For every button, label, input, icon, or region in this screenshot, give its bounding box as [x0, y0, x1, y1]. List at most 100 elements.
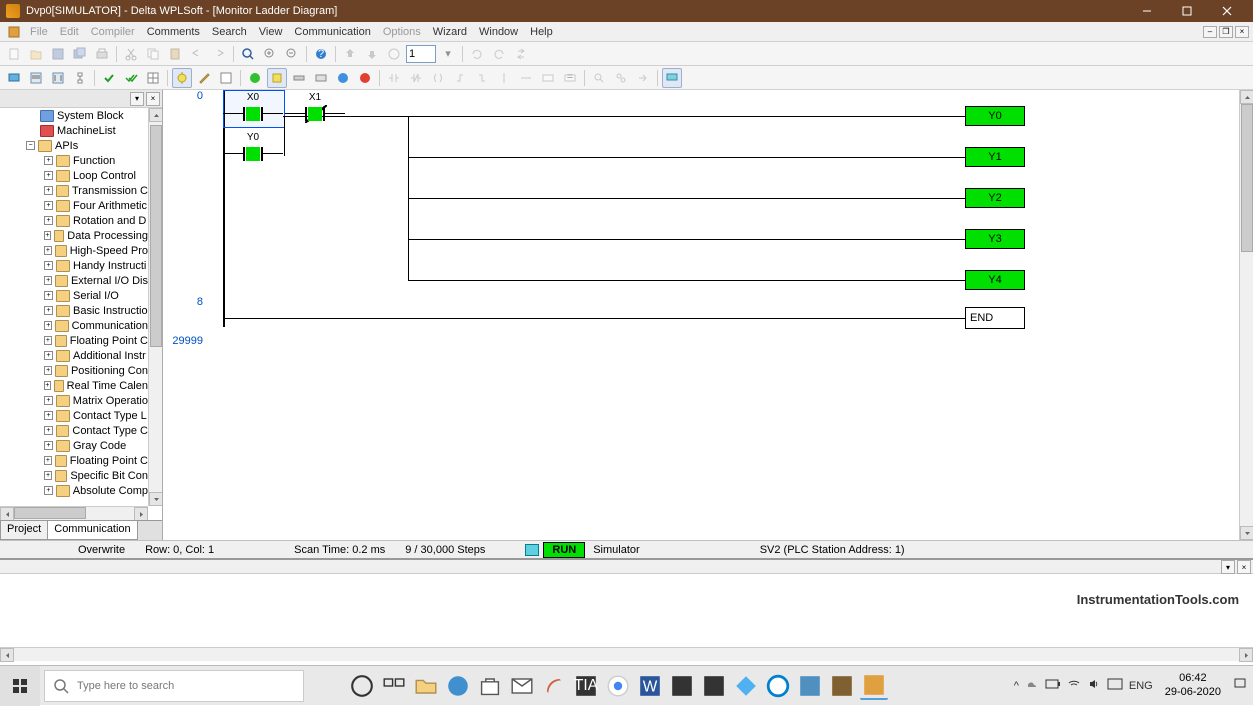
sync-icon[interactable]	[511, 44, 531, 64]
cut-icon[interactable]	[121, 44, 141, 64]
tree-node-api-item[interactable]: +External I/O Dis	[0, 273, 148, 288]
taskbar-search[interactable]: Type here to search	[44, 670, 304, 702]
tree-node-api-item[interactable]: +Absolute Comp	[0, 483, 148, 498]
sidebar-vscroll[interactable]	[148, 108, 162, 506]
tree-node-system-block[interactable]: System Block	[0, 108, 148, 123]
tree-node-api-item[interactable]: +High-Speed Pro	[0, 243, 148, 258]
coil-y2[interactable]: Y2	[965, 188, 1025, 208]
contact-y0[interactable]: Y0	[223, 132, 283, 163]
tree-node-api-item[interactable]: +Function	[0, 153, 148, 168]
menu-wizard[interactable]: Wizard	[427, 24, 473, 40]
ladder-canvas[interactable]: 0 8 29999 X0 Y0 X1	[163, 90, 1253, 540]
mdi-minimize[interactable]: –	[1203, 26, 1217, 38]
table-icon[interactable]	[143, 68, 163, 88]
mdi-restore[interactable]: ❐	[1219, 26, 1233, 38]
task-mail-icon[interactable]	[508, 672, 536, 700]
tree-node-api-item[interactable]: +Specific Bit Con	[0, 468, 148, 483]
monitor-icon[interactable]	[4, 68, 24, 88]
task-paint-icon[interactable]	[540, 672, 568, 700]
tree-node-api-item[interactable]: +Four Arithmetic	[0, 198, 148, 213]
tree-node-api-item[interactable]: +Handy Instructi	[0, 258, 148, 273]
task-app4-icon[interactable]	[796, 672, 824, 700]
tree-node-api-item[interactable]: +Matrix Operatio	[0, 393, 148, 408]
redo-icon[interactable]	[209, 44, 229, 64]
comm-setting-icon[interactable]	[311, 68, 331, 88]
tree-node-api-item[interactable]: +Additional Instr	[0, 348, 148, 363]
tree-node-api-item[interactable]: +Communication	[0, 318, 148, 333]
tree-node-api-item[interactable]: +Floating Point C	[0, 453, 148, 468]
systray-volume-icon[interactable]	[1087, 677, 1101, 694]
online-icon[interactable]	[333, 68, 353, 88]
sfc-view-icon[interactable]	[70, 68, 90, 88]
vline-icon[interactable]	[494, 68, 514, 88]
systray-battery-icon[interactable]	[1045, 679, 1061, 692]
task-cortana-icon[interactable]	[348, 672, 376, 700]
refresh2-icon[interactable]	[489, 44, 509, 64]
coil-y1[interactable]: Y1	[965, 147, 1025, 167]
tree-node-apis[interactable]: −APIs	[0, 138, 148, 153]
instruction-icon[interactable]	[538, 68, 558, 88]
sidebar-hscroll[interactable]	[0, 506, 148, 520]
systray-overflow-icon[interactable]: ^	[1014, 680, 1019, 692]
systray-keyboard-icon[interactable]	[1107, 678, 1123, 693]
task-store-icon[interactable]	[476, 672, 504, 700]
online-edit-icon[interactable]	[216, 68, 236, 88]
rising-edge-icon[interactable]	[450, 68, 470, 88]
coil-y4[interactable]: Y4	[965, 270, 1025, 290]
falling-edge-icon[interactable]	[472, 68, 492, 88]
task-wplsoft-icon[interactable]	[860, 672, 888, 700]
goto-icon[interactable]	[633, 68, 653, 88]
menu-compiler[interactable]: Compiler	[85, 24, 141, 40]
print-icon[interactable]	[92, 44, 112, 64]
menu-options[interactable]: Options	[377, 24, 427, 40]
contact-no-icon[interactable]	[384, 68, 404, 88]
project-tree[interactable]: System Block MachineList −APIs +Function…	[0, 108, 148, 506]
tree-node-api-item[interactable]: +Floating Point C	[0, 333, 148, 348]
hline-icon[interactable]	[516, 68, 536, 88]
il-view-icon[interactable]	[26, 68, 46, 88]
tree-node-api-item[interactable]: +Contact Type L	[0, 408, 148, 423]
compile-all-icon[interactable]	[121, 68, 141, 88]
simulator-icon[interactable]	[267, 68, 287, 88]
tree-node-api-item[interactable]: +Basic Instructio	[0, 303, 148, 318]
task-chrome-icon[interactable]	[604, 672, 632, 700]
compile-icon[interactable]	[99, 68, 119, 88]
compare-inst-icon[interactable]: =	[560, 68, 580, 88]
systray-notifications-icon[interactable]	[1233, 677, 1247, 694]
replace-icon[interactable]	[611, 68, 631, 88]
tree-node-api-item[interactable]: +Data Processing	[0, 228, 148, 243]
menu-window[interactable]: Window	[473, 24, 524, 40]
menu-help[interactable]: Help	[524, 24, 559, 40]
output-dropdown-icon[interactable]: ▾	[1221, 560, 1235, 574]
zoom-in-icon[interactable]	[260, 44, 280, 64]
step-updown-icon[interactable]: ▾	[438, 44, 458, 64]
device-comment-icon[interactable]	[662, 68, 682, 88]
copy-icon[interactable]	[143, 44, 163, 64]
task-view-icon[interactable]	[380, 672, 408, 700]
compare-icon[interactable]	[384, 44, 404, 64]
download-icon[interactable]	[362, 44, 382, 64]
tree-node-api-item[interactable]: +Contact Type C	[0, 423, 148, 438]
minimize-button[interactable]	[1127, 0, 1167, 22]
tab-project[interactable]: Project	[0, 521, 48, 540]
tree-node-api-item[interactable]: +Serial I/O	[0, 288, 148, 303]
systray-lang[interactable]: ENG	[1129, 680, 1153, 692]
stop-icon[interactable]	[355, 68, 375, 88]
tree-node-api-item[interactable]: +Rotation and D	[0, 213, 148, 228]
help-icon[interactable]: ?	[311, 44, 331, 64]
mdi-close[interactable]: ×	[1235, 26, 1249, 38]
ladder-view-icon[interactable]	[48, 68, 68, 88]
tree-node-api-item[interactable]: +Real Time Calen	[0, 378, 148, 393]
find-icon[interactable]	[589, 68, 609, 88]
coil-icon[interactable]	[428, 68, 448, 88]
task-app1-icon[interactable]	[668, 672, 696, 700]
menu-search[interactable]: Search	[206, 24, 253, 40]
edit-mode-icon[interactable]	[194, 68, 214, 88]
task-app5-icon[interactable]	[828, 672, 856, 700]
canvas-vscroll[interactable]	[1239, 90, 1253, 540]
tree-node-api-item[interactable]: +Transmission C	[0, 183, 148, 198]
undo-icon[interactable]	[187, 44, 207, 64]
sidebar-dropdown-icon[interactable]: ▾	[130, 92, 144, 106]
saveall-icon[interactable]	[70, 44, 90, 64]
contact-x0[interactable]: X0	[223, 92, 283, 123]
